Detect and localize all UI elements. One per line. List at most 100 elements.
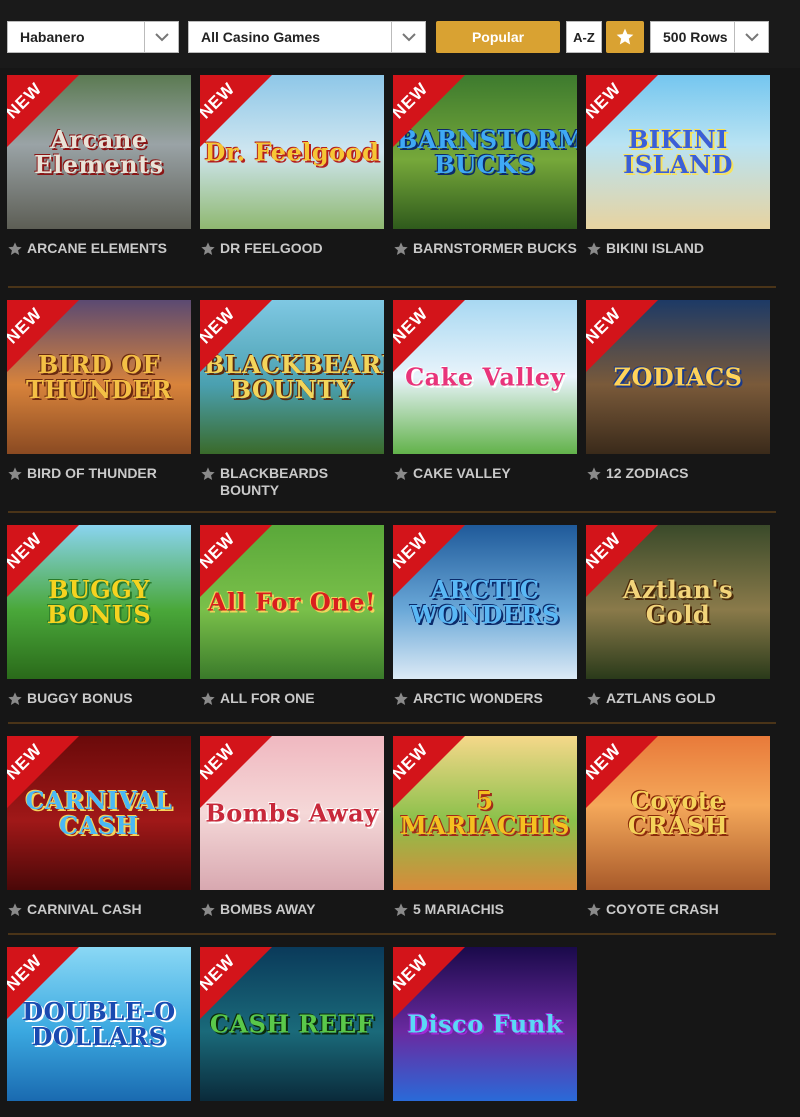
new-badge: NEW [393,947,465,1019]
game-title-row: ARCANE ELEMENTS [7,240,191,257]
game-title[interactable]: CAKE VALLEY [413,465,511,482]
game-title-row: DR FEELGOOD [200,240,384,257]
game-title-row: BOMBS AWAY [200,901,384,918]
favorite-star-icon[interactable] [7,691,23,707]
game-title[interactable]: BIRD OF THUNDER [27,465,157,482]
game-title-row: ALL FOR ONE [200,690,384,707]
game-title-row: BUGGY BONUS [7,690,191,707]
new-badge: NEW [393,736,465,808]
game-thumbnail[interactable]: Arcane Elements NEW [7,75,191,229]
favorite-star-icon[interactable] [393,241,409,257]
new-badge: NEW [200,525,272,597]
new-badge: NEW [200,736,272,808]
game-thumbnail[interactable]: Dr. Feelgood NEW [200,75,384,229]
game-thumbnail[interactable]: BIKINI ISLAND NEW [586,75,770,229]
rows-select[interactable]: 500 Rows [650,21,769,53]
new-badge: NEW [586,300,658,372]
game-thumbnail[interactable]: Aztlan's Gold NEW [586,525,770,679]
row-divider [8,511,776,513]
game-thumbnail[interactable]: All For One! NEW [200,525,384,679]
new-badge: NEW [586,75,658,147]
sort-popular-button[interactable]: Popular [436,21,560,53]
game-title[interactable]: CARNIVAL CASH [27,901,142,918]
chevron-down-icon[interactable] [391,22,425,52]
favorite-star-icon[interactable] [7,466,23,482]
game-title[interactable]: BIKINI ISLAND [606,240,704,257]
new-badge-label: NEW [200,950,239,995]
category-select-value: All Casino Games [201,29,321,45]
favorite-star-icon[interactable] [7,902,23,918]
game-thumbnail[interactable]: BUGGY BONUS NEW [7,525,191,679]
game-title-row: BARNSTORMER BUCKS [393,240,577,257]
new-badge-label: NEW [586,303,625,348]
new-badge-label: NEW [393,78,432,123]
game-title-row: COYOTE CRASH [586,901,770,918]
favorite-star-icon[interactable] [200,466,216,482]
game-thumbnail[interactable]: CARNIVAL CASH NEW [7,736,191,890]
favorite-star-icon[interactable] [586,902,602,918]
sort-az-button[interactable]: A-Z [566,21,602,53]
new-badge: NEW [7,75,79,147]
favorite-star-icon[interactable] [393,902,409,918]
game-thumbnail[interactable]: ZODIACS NEW [586,300,770,454]
favorite-star-icon[interactable] [586,466,602,482]
favorite-star-icon[interactable] [200,902,216,918]
game-thumbnail[interactable]: Cake Valley NEW [393,300,577,454]
game-title-row: BIKINI ISLAND [586,240,770,257]
new-badge-label: NEW [7,739,46,784]
new-badge: NEW [200,947,272,1019]
new-badge: NEW [200,75,272,147]
chevron-down-icon[interactable] [734,22,768,52]
new-badge: NEW [7,525,79,597]
new-badge: NEW [586,736,658,808]
game-title-row: BLACKBEARDS BOUNTY [200,465,384,499]
new-badge-label: NEW [586,528,625,573]
favorite-star-icon[interactable] [586,241,602,257]
row-divider [8,722,776,724]
filter-bar: Habanero All Casino Games Popular A-Z 50… [0,0,800,68]
game-title[interactable]: BARNSTORMER BUCKS [413,240,577,257]
favorite-star-icon[interactable] [393,466,409,482]
game-thumbnail[interactable]: CASH REEF NEW [200,947,384,1101]
new-badge: NEW [393,75,465,147]
game-thumbnail[interactable]: ARCTIC WONDERS NEW [393,525,577,679]
new-badge: NEW [7,736,79,808]
favorites-button[interactable] [606,21,644,53]
game-title[interactable]: ALL FOR ONE [220,690,315,707]
new-badge-label: NEW [586,739,625,784]
game-thumbnail[interactable]: Bombs Away NEW [200,736,384,890]
row-divider [8,286,776,288]
game-title[interactable]: 12 ZODIACS [606,465,688,482]
favorite-star-icon[interactable] [7,241,23,257]
game-thumbnail[interactable]: BARNSTORMER BUCKSNEW [393,75,577,229]
game-thumbnail[interactable]: 5 MARIACHIS NEW [393,736,577,890]
row-divider [8,933,776,935]
new-badge: NEW [393,300,465,372]
game-title[interactable]: COYOTE CRASH [606,901,719,918]
new-badge-label: NEW [200,303,239,348]
favorite-star-icon[interactable] [393,691,409,707]
game-thumbnail[interactable]: BIRD OF THUNDER NEW [7,300,191,454]
new-badge-label: NEW [393,303,432,348]
game-title[interactable]: BLACKBEARDS BOUNTY [220,465,384,499]
favorite-star-icon[interactable] [200,691,216,707]
game-thumbnail[interactable]: Disco Funk NEW [393,947,577,1101]
category-select[interactable]: All Casino Games [188,21,426,53]
game-title[interactable]: ARCANE ELEMENTS [27,240,167,257]
game-thumbnail[interactable]: Coyote CRASH NEW [586,736,770,890]
game-title[interactable]: BOMBS AWAY [220,901,315,918]
game-thumbnail[interactable]: DOUBLE-O DOLLARS NEW [7,947,191,1101]
favorite-star-icon[interactable] [200,241,216,257]
new-badge: NEW [7,947,79,1019]
game-thumbnail[interactable]: BLACKBEARD'S BOUNTYNEW [200,300,384,454]
game-title[interactable]: 5 MARIACHIS [413,901,504,918]
star-icon [616,28,634,45]
new-badge-label: NEW [7,78,46,123]
game-title[interactable]: DR FEELGOOD [220,240,323,257]
game-title[interactable]: AZTLANS GOLD [606,690,716,707]
favorite-star-icon[interactable] [586,691,602,707]
chevron-down-icon[interactable] [144,22,178,52]
provider-select[interactable]: Habanero [7,21,179,53]
game-title[interactable]: BUGGY BONUS [27,690,133,707]
game-title[interactable]: ARCTIC WONDERS [413,690,543,707]
